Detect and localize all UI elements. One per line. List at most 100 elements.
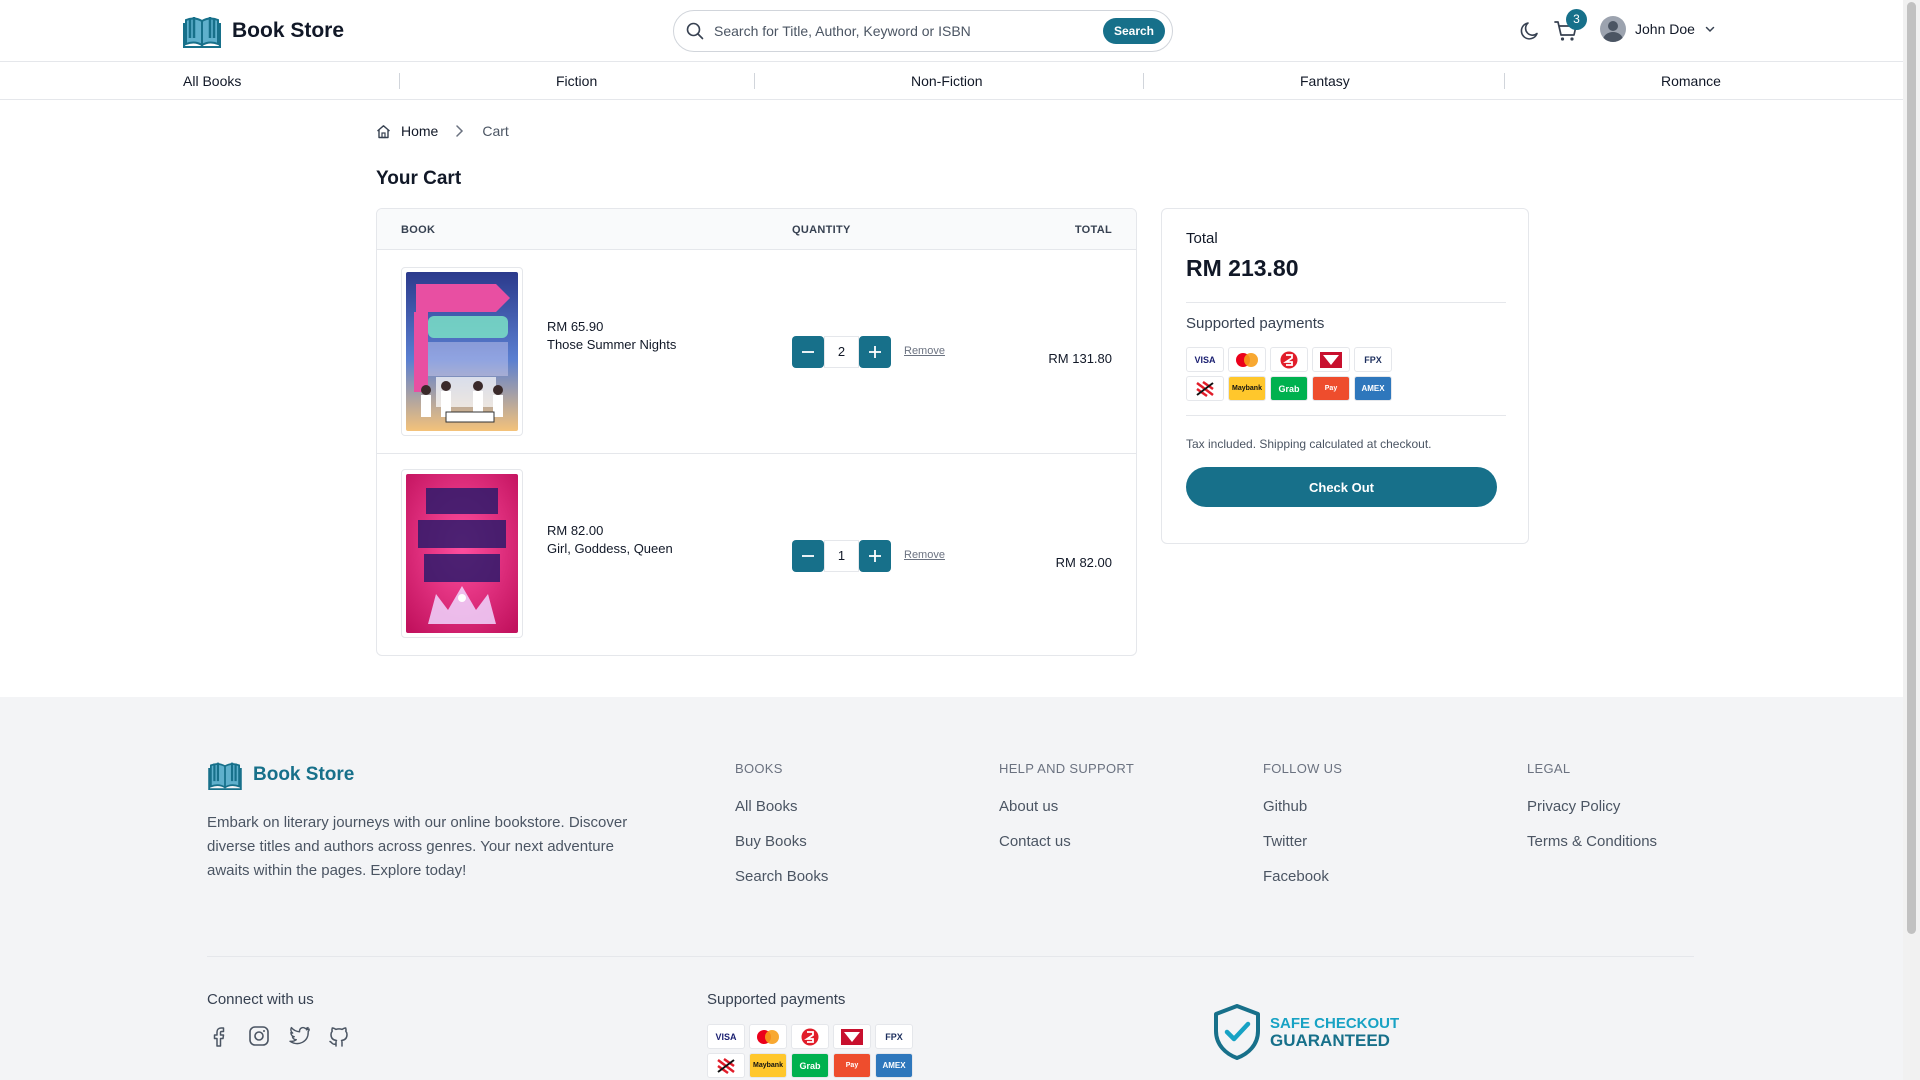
footer-heading: LEGAL [1527,761,1571,776]
quantity-stepper: 1 [792,540,892,572]
logo-text: Book Store [232,19,345,42]
footer-payment-logos: VISA FPX Maybank Grab Pay AMEX [707,1024,913,1078]
footer-link-about-us[interactable]: About us [999,798,1134,815]
book-cover[interactable] [401,267,523,436]
bank-logo [791,1024,829,1049]
category-divider [754,73,755,89]
shopeepay-logo: Pay [1312,376,1350,401]
decrease-quantity-button[interactable] [792,336,824,368]
bank-stripes-logo [1186,376,1224,401]
safe-checkout-line2: GUARANTEED [1270,1031,1390,1050]
payments-label: Supported payments [1186,315,1325,332]
category-fantasy[interactable]: Fantasy [1300,73,1350,89]
footer-column-follow: FOLLOW US Github Twitter Facebook [1263,761,1342,903]
facebook-icon[interactable] [207,1024,231,1048]
divider [1186,302,1506,303]
page-scrollbar[interactable] [1903,0,1920,1080]
footer-description: Embark on literary journeys with our onl… [207,814,628,879]
remove-item-link[interactable]: Remove [904,549,945,561]
footer-link-privacy-policy[interactable]: Privacy Policy [1527,798,1657,815]
plus-icon [869,550,881,562]
footer-column-legal: LEGAL Privacy Policy Terms & Conditions [1527,761,1657,868]
column-quantity: QUANTITY [792,224,851,236]
bank-flag-logo [1312,347,1350,372]
search-icon [686,22,704,40]
social-links [207,1024,351,1048]
quantity-value[interactable]: 2 [824,336,859,368]
instagram-icon[interactable] [247,1024,271,1048]
divider [1186,415,1506,416]
chevron-down-icon [1705,26,1715,33]
book-logo-icon [183,17,221,48]
footer-column-books: BOOKS All Books Buy Books Search Books [735,761,828,903]
chevron-right-icon [456,125,464,137]
search-input[interactable] [714,19,1094,43]
checkout-button[interactable]: Check Out [1186,467,1497,507]
footer-link-github[interactable]: Github [1263,798,1342,815]
fpx-logo: FPX [1354,347,1392,372]
footer-link-terms[interactable]: Terms & Conditions [1527,833,1657,850]
total-value: RM 213.80 [1186,255,1299,281]
remove-item-link[interactable]: Remove [904,345,945,357]
total-label: Total [1186,230,1218,247]
footer-link-all-books[interactable]: All Books [735,798,828,815]
shield-check-icon [1214,1004,1260,1060]
safe-checkout-badge: SAFE CHECKOUT GUARANTEED [1212,1003,1399,1061]
increase-quantity-button[interactable] [859,336,891,368]
footer-link-search-books[interactable]: Search Books [735,868,828,885]
scrollbar-thumb[interactable] [1907,2,1916,934]
footer-link-buy-books[interactable]: Buy Books [735,833,828,850]
item-title[interactable]: Those Summer Nights [547,337,676,352]
footer-link-contact-us[interactable]: Contact us [999,833,1134,850]
logo[interactable]: Book Store [182,14,344,48]
moon-icon[interactable] [1519,20,1541,42]
avatar [1600,16,1626,42]
item-title[interactable]: Girl, Goddess, Queen [547,541,673,556]
home-icon [377,124,390,138]
footer-link-twitter[interactable]: Twitter [1263,833,1342,850]
footer-column-help: HELP AND SUPPORT About us Contact us [999,761,1134,868]
column-book: BOOK [401,224,436,236]
decrease-quantity-button[interactable] [792,540,824,572]
minus-icon [802,555,814,557]
item-price: RM 65.90 [547,319,604,334]
tax-note: Tax included. Shipping calculated at che… [1186,437,1432,451]
twitter-icon[interactable] [287,1024,311,1048]
cart-table: BOOK QUANTITY TOTAL RM 65.90 Those Summe… [376,208,1137,656]
mastercard-logo [1228,347,1266,372]
footer-link-facebook[interactable]: Facebook [1263,868,1342,885]
breadcrumb: Home Cart [376,123,509,139]
user-menu[interactable]: John Doe [1600,16,1716,42]
book-cover-image [406,272,518,431]
category-romance[interactable]: Romance [1661,73,1721,89]
search-button[interactable]: Search [1102,18,1165,44]
item-price: RM 82.00 [547,523,604,538]
quantity-value[interactable]: 1 [824,540,859,572]
order-summary: Total RM 213.80 Supported payments VISA … [1161,208,1529,544]
category-divider [1504,73,1505,89]
category-fiction[interactable]: Fiction [556,73,597,89]
bank-logo [1270,347,1308,372]
user-name: John Doe [1635,21,1695,37]
category-non-fiction[interactable]: Non-Fiction [911,73,983,89]
category-divider [1143,73,1144,89]
category-all-books[interactable]: All Books [183,73,241,89]
increase-quantity-button[interactable] [859,540,891,572]
footer-logo-text: Book Store [253,764,355,785]
grab-logo: Grab [791,1053,829,1078]
payment-logos: VISA FPX Maybank Grab Pay AMEX [1186,347,1392,401]
github-icon[interactable] [327,1024,351,1048]
footer-logo[interactable]: Book Store [207,760,354,790]
maybank-logo: Maybank [749,1053,787,1078]
breadcrumb-home[interactable]: Home [401,123,438,139]
shopeepay-logo: Pay [833,1053,871,1078]
amex-logo: AMEX [875,1053,913,1078]
safe-checkout-line1: SAFE CHECKOUT [1270,1015,1400,1032]
book-cover-image [406,474,518,633]
visa-logo: VISA [707,1024,745,1049]
footer: Book Store Embark on literary journeys w… [0,697,1903,1080]
book-cover[interactable] [401,469,523,638]
column-total: TOTAL [1074,224,1112,236]
table-row: RM 82.00 Girl, Goddess, Queen 1 Remove R… [377,454,1136,655]
mastercard-logo [749,1024,787,1049]
